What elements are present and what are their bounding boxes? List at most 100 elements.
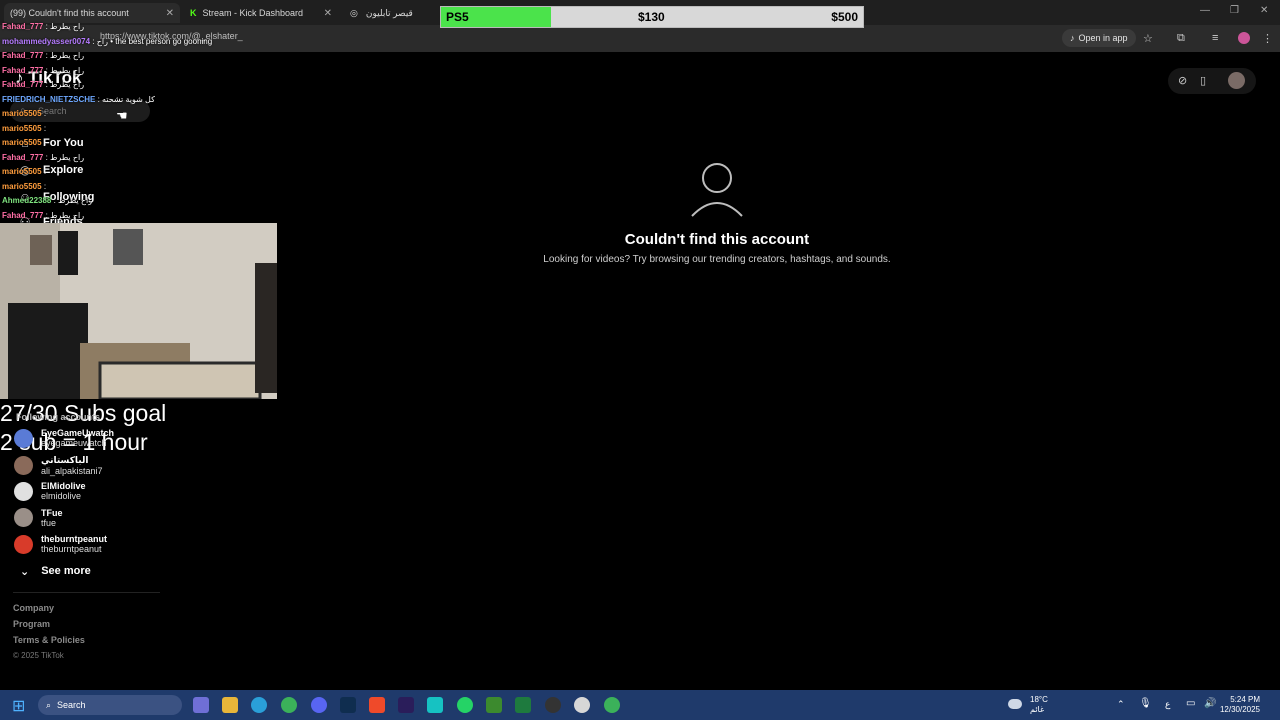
account-name: TFue <box>41 507 63 518</box>
chat-separator: : <box>41 138 47 147</box>
open-in-app-label: Open in app <box>1078 33 1128 43</box>
chat-username: mario5505 <box>2 167 42 176</box>
chat-message: Fahad_777 : راح يطرط <box>2 211 84 220</box>
file-explorer-icon[interactable] <box>222 697 238 713</box>
avatar <box>14 481 33 501</box>
avatar <box>14 534 33 554</box>
following-account[interactable]: theburntpeanut theburntpeanut <box>14 534 107 554</box>
tab-search-icon[interactable]: ≡ <box>1212 32 1218 44</box>
tab-kick[interactable]: K Stream - Kick Dashboard ✕ <box>184 3 338 23</box>
following-account[interactable]: ElMidolive elmidolive <box>14 481 86 501</box>
whatsapp-icon[interactable] <box>457 697 473 713</box>
following-account[interactable]: TFue tfue <box>14 508 63 528</box>
chat-message: mohammedyasser0074 : راح • the best pers… <box>2 37 212 46</box>
divider <box>13 592 160 593</box>
device-icon[interactable]: ▯ <box>1200 74 1206 87</box>
upload-icon[interactable]: ⊘ <box>1178 74 1187 87</box>
avatar[interactable] <box>1228 72 1245 89</box>
settings-icon[interactable] <box>574 697 590 713</box>
maximize-icon[interactable]: ❐ <box>1230 5 1239 16</box>
webcam-feed <box>0 223 277 399</box>
close-window-icon[interactable]: ✕ <box>1260 5 1268 16</box>
ps5-goal-target: $500 <box>831 10 858 24</box>
chat-username: mario5505 <box>2 138 42 147</box>
tab-label: (99) Couldn't find this account <box>10 8 129 18</box>
chat-message: Fahad_777 : راح يطرط <box>2 51 84 60</box>
taskbar-clock[interactable]: 5:24 PM 12/30/2025 <box>1220 695 1260 715</box>
minecraft-icon[interactable] <box>486 697 502 713</box>
open-in-app-button[interactable]: ♪ Open in app <box>1062 29 1136 47</box>
footer-company[interactable]: Company <box>13 603 54 613</box>
edge-icon[interactable] <box>251 697 267 713</box>
extensions-icon[interactable]: ⧉ <box>1177 32 1185 45</box>
weather-widget[interactable]: 18°C غائم <box>1008 695 1048 715</box>
chat-message: Fahad_777 : راح يطرط <box>2 22 84 31</box>
chat-username: FRIEDRICH_NIETZSCHE <box>2 94 96 104</box>
discord-icon[interactable] <box>311 697 327 713</box>
language-indicator[interactable]: ع <box>1165 699 1170 710</box>
chat-separator: : <box>95 94 103 104</box>
user-outline-icon <box>691 163 743 217</box>
chat-username: Fahad_777 <box>2 22 44 31</box>
see-more-button[interactable]: ⌄ See more <box>20 565 91 578</box>
tab-arabic[interactable]: ◎ قيصر تابليون <box>344 3 444 23</box>
chat-text: كل شوية تشحته <box>102 94 155 104</box>
cloud-icon <box>1008 699 1022 709</box>
globe-icon: ◎ <box>350 7 358 18</box>
account-handle: tfue <box>41 517 57 528</box>
account-handle: ali_alpakistani7 <box>41 465 103 476</box>
taskbar-search[interactable]: ⌕ Search <box>38 695 182 715</box>
kick-icon: K <box>190 8 197 18</box>
account-name: الباكستاني <box>41 454 89 465</box>
chat-text: راح • the best person go gooning <box>96 36 213 46</box>
chat-message: mario5505 : <box>2 109 46 118</box>
account-handle: elmidolive <box>41 491 82 501</box>
footer-program[interactable]: Program <box>13 619 50 629</box>
teams-icon[interactable] <box>193 697 209 713</box>
following-account[interactable]: EyeGameUwatch eyegameuwatch <box>14 428 114 448</box>
capcut-icon[interactable] <box>427 697 443 713</box>
chat-username: Fahad_777 <box>2 51 44 60</box>
profile-avatar[interactable] <box>1238 32 1250 44</box>
chat-message: mario5505 : <box>2 167 46 176</box>
chat-username: Ahmed22388 <box>2 196 52 205</box>
chrome-icon[interactable] <box>604 697 620 713</box>
network-icon[interactable]: ▭ <box>1186 698 1195 709</box>
nav-label: Explore <box>43 164 84 176</box>
chat-username: Fahad_777 <box>2 80 44 89</box>
chat-username: mohammedyasser0074 <box>2 36 91 46</box>
chevron-up-icon[interactable]: ⌃ <box>1117 699 1125 710</box>
photoshop-icon[interactable] <box>340 697 356 713</box>
volume-icon[interactable]: 🔊 <box>1204 698 1216 709</box>
excel-icon[interactable] <box>515 697 531 713</box>
microphone-icon[interactable]: 🎙 <box>1139 698 1152 709</box>
copyright: © 2025 TikTok <box>13 651 64 660</box>
minimize-icon[interactable]: — <box>1200 5 1210 16</box>
obs-icon[interactable] <box>545 697 561 713</box>
not-found-title: Couldn't find this account <box>624 231 810 248</box>
account-name: ElMidolive <box>41 481 86 491</box>
chat-username: mario5505 <box>2 109 42 118</box>
following-accounts-header: Following accounts <box>16 412 101 422</box>
chrome-icon[interactable] <box>281 697 297 713</box>
menu-icon[interactable]: ⋮ <box>1262 32 1273 45</box>
brave-icon[interactable] <box>369 697 385 713</box>
nav-label: For You <box>43 137 84 149</box>
tab-label: Stream - Kick Dashboard <box>202 8 304 18</box>
tab-tiktok[interactable]: (99) Couldn't find this account ✕ <box>4 3 180 23</box>
close-icon[interactable]: ✕ <box>324 8 332 19</box>
chat-message: mario5505 : <box>2 138 46 147</box>
chat-text: راح يطرط <box>58 196 93 205</box>
chat-separator: : <box>41 109 47 118</box>
footer-terms[interactable]: Terms & Policies <box>13 635 85 645</box>
tiktok-icon: ♪ <box>1070 33 1075 43</box>
ps5-goal-bar: PS5 $130 $500 <box>440 6 864 28</box>
chat-text: راح يطرط <box>50 80 85 89</box>
windows-start-icon[interactable]: ⊞ <box>12 696 25 716</box>
close-icon[interactable]: ✕ <box>166 8 174 19</box>
following-account[interactable]: الباكستاني ali_alpakistani7 <box>14 455 103 476</box>
chat-username: Fahad_777 <box>2 65 44 75</box>
premiere-icon[interactable] <box>398 697 414 713</box>
star-icon[interactable]: ☆ <box>1143 32 1153 45</box>
webcam-room-image <box>0 223 277 399</box>
